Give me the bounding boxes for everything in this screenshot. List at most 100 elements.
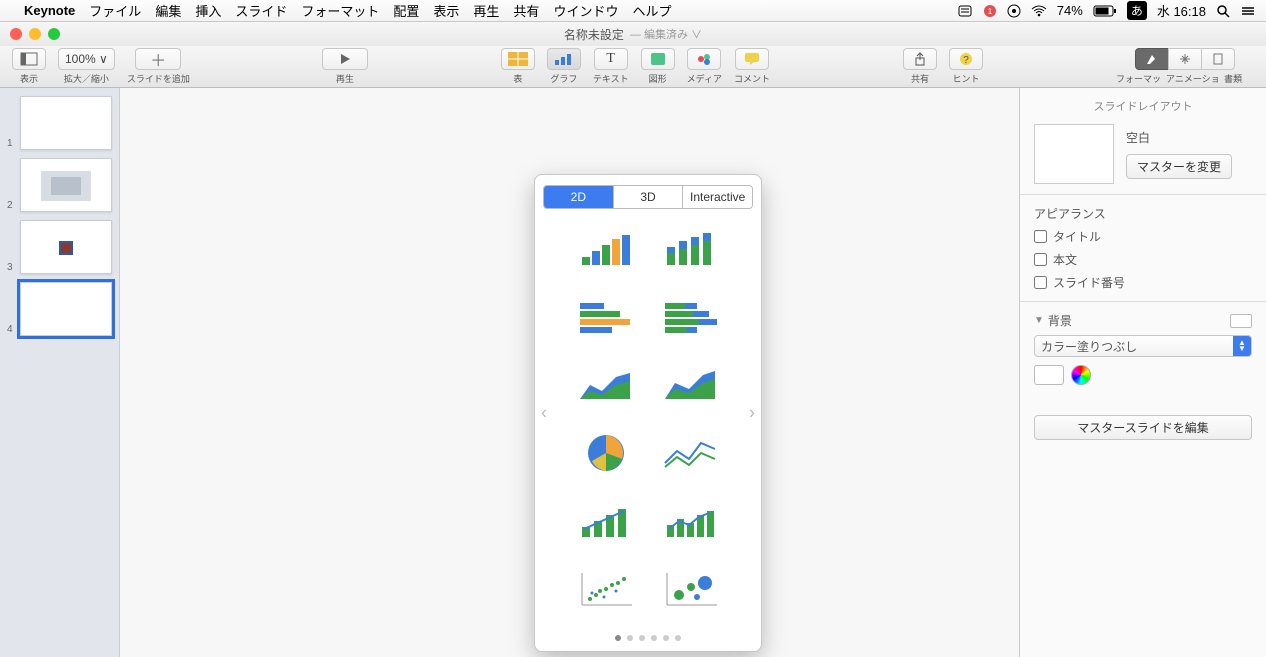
window-titlebar: 名称未設定 — 編集済み ∨ [0, 22, 1266, 46]
color-well[interactable] [1034, 365, 1064, 385]
title-checkbox[interactable] [1034, 230, 1047, 243]
menubar-extra-1-icon[interactable] [957, 4, 973, 18]
menu-play[interactable]: 再生 [473, 1, 499, 20]
body-checkbox-row[interactable]: 本文 [1034, 251, 1252, 268]
menu-share[interactable]: 共有 [513, 1, 539, 20]
slide-thumb-4[interactable]: 4 [20, 282, 112, 336]
svg-text:?: ? [963, 55, 969, 66]
toolbar-text[interactable]: T テキスト [593, 48, 629, 85]
layout-name: 空白 [1126, 129, 1252, 146]
title-checkbox-row[interactable]: タイトル [1034, 228, 1252, 245]
page-dot[interactable] [651, 635, 657, 641]
chart-tab-3d[interactable]: 3D [613, 186, 683, 208]
edit-master-button[interactable]: マスタースライドを編集 [1034, 415, 1252, 440]
page-dot[interactable] [639, 635, 645, 641]
slide-canvas[interactable]: 2D 3D Interactive ‹ › [120, 88, 1020, 657]
chart-dimension-tabs: 2D 3D Interactive [543, 185, 753, 209]
chart-type-mixed[interactable] [652, 493, 729, 549]
slide-number: 3 [7, 262, 13, 273]
chart-tab-2d[interactable]: 2D [544, 186, 613, 208]
menu-edit[interactable]: 編集 [155, 1, 181, 20]
toolbar-shape[interactable]: 図形 [641, 48, 675, 85]
chart-page-prev[interactable]: ‹ [541, 403, 547, 424]
menu-arrange[interactable]: 配置 [393, 1, 419, 20]
chart-type-bubble[interactable] [652, 561, 729, 617]
ime-indicator[interactable]: あ [1127, 1, 1147, 20]
inspector-format-tab[interactable] [1135, 48, 1169, 70]
body-checkbox[interactable] [1034, 253, 1047, 266]
slide-layout-thumb[interactable] [1034, 124, 1114, 184]
document-subtitle[interactable]: — 編集済み ∨ [630, 26, 702, 42]
toolbar: 表示 100% ∨ 拡大／縮小 ＋ スライドを追加 再生 表 グラフ T テキス… [0, 46, 1266, 88]
toolbar-comment[interactable]: コメント [734, 48, 770, 85]
slide-thumb-2[interactable]: 2 [20, 158, 112, 212]
toolbar-tips[interactable]: ? ヒント [949, 48, 983, 85]
menu-view[interactable]: 表示 [433, 1, 459, 20]
menu-help[interactable]: ヘルプ [632, 1, 671, 20]
document-title[interactable]: 名称未設定 [564, 26, 624, 43]
battery-percent: 74% [1057, 3, 1083, 18]
spotlight-icon[interactable] [1216, 4, 1230, 18]
toolbar-chart[interactable]: グラフ [547, 48, 581, 85]
slide-number: 2 [7, 200, 13, 211]
close-button[interactable] [10, 28, 22, 40]
toolbar-play[interactable]: 再生 [322, 48, 368, 85]
menu-window[interactable]: ウインドウ [553, 1, 618, 20]
background-swatch[interactable] [1230, 314, 1252, 328]
chart-page-next[interactable]: › [749, 403, 755, 424]
inspector-document-tab[interactable] [1201, 48, 1235, 70]
chart-tab-interactive[interactable]: Interactive [682, 186, 752, 208]
minimize-button[interactable] [29, 28, 41, 40]
menu-insert[interactable]: 挿入 [195, 1, 221, 20]
chart-type-scatter[interactable] [567, 561, 644, 617]
toolbar-table[interactable]: 表 [501, 48, 535, 85]
slide-navigator[interactable]: 1 2 3 4 [0, 88, 120, 657]
menubar-extra-3-icon[interactable] [1007, 4, 1021, 18]
chart-type-bar[interactable] [567, 221, 644, 277]
inspector-title: スライドレイアウト [1034, 98, 1252, 114]
chart-type-stacked-bar[interactable] [652, 221, 729, 277]
chart-type-stacked-hbar[interactable] [652, 289, 729, 345]
page-dot[interactable] [615, 635, 621, 641]
appearance-heading: アピアランス [1034, 205, 1252, 222]
zoom-button[interactable] [48, 28, 60, 40]
chart-type-area[interactable] [567, 357, 644, 413]
menu-format[interactable]: フォーマット [301, 1, 379, 20]
pageno-checkbox-row[interactable]: スライド番号 [1034, 274, 1252, 291]
app-name[interactable]: Keynote [24, 3, 75, 18]
disclosure-triangle-icon[interactable]: ▼ [1034, 315, 1044, 326]
chart-type-line[interactable] [652, 425, 729, 481]
toolbar-view[interactable]: 表示 [12, 48, 46, 85]
toolbar-share[interactable]: 共有 [903, 48, 937, 85]
toolbar-media-label: メディア [687, 72, 722, 85]
page-dot[interactable] [663, 635, 669, 641]
page-dot[interactable] [675, 635, 681, 641]
fill-type-select[interactable]: カラー塗りつぶし ▲▼ [1034, 335, 1252, 357]
select-stepper-icon: ▲▼ [1233, 336, 1251, 356]
pageno-checkbox[interactable] [1034, 276, 1047, 289]
change-master-button[interactable]: マスターを変更 [1126, 154, 1232, 179]
background-heading: 背景 [1048, 312, 1230, 329]
toolbar-add-slide[interactable]: ＋ スライドを追加 [127, 48, 190, 85]
menu-slide[interactable]: スライド [235, 1, 287, 20]
svg-text:1: 1 [988, 7, 993, 16]
slide-thumb-1[interactable]: 1 [20, 96, 112, 150]
slide-thumb-3[interactable]: 3 [20, 220, 112, 274]
toolbar-media[interactable]: メディア [687, 48, 722, 85]
chart-type-pie[interactable] [567, 425, 644, 481]
toolbar-zoom[interactable]: 100% ∨ 拡大／縮小 [58, 48, 115, 85]
chart-type-bar-trend[interactable] [567, 493, 644, 549]
macos-menubar: Keynote ファイル 編集 挿入 スライド フォーマット 配置 表示 再生 … [0, 0, 1266, 22]
chart-type-hbar[interactable] [567, 289, 644, 345]
clock: 水 16:18 [1157, 1, 1206, 20]
inspector-animate-tab[interactable] [1168, 48, 1202, 70]
chart-type-stacked-area[interactable] [652, 357, 729, 413]
zoom-value: 100% ∨ [65, 52, 108, 66]
menu-file[interactable]: ファイル [89, 1, 141, 20]
ime-label: あ [1131, 2, 1143, 19]
menubar-extra-2-icon[interactable]: 1 [983, 4, 997, 18]
page-dot[interactable] [627, 635, 633, 641]
color-wheel-icon[interactable] [1071, 365, 1091, 385]
control-center-icon[interactable] [1240, 5, 1256, 17]
wifi-icon[interactable] [1031, 5, 1047, 17]
